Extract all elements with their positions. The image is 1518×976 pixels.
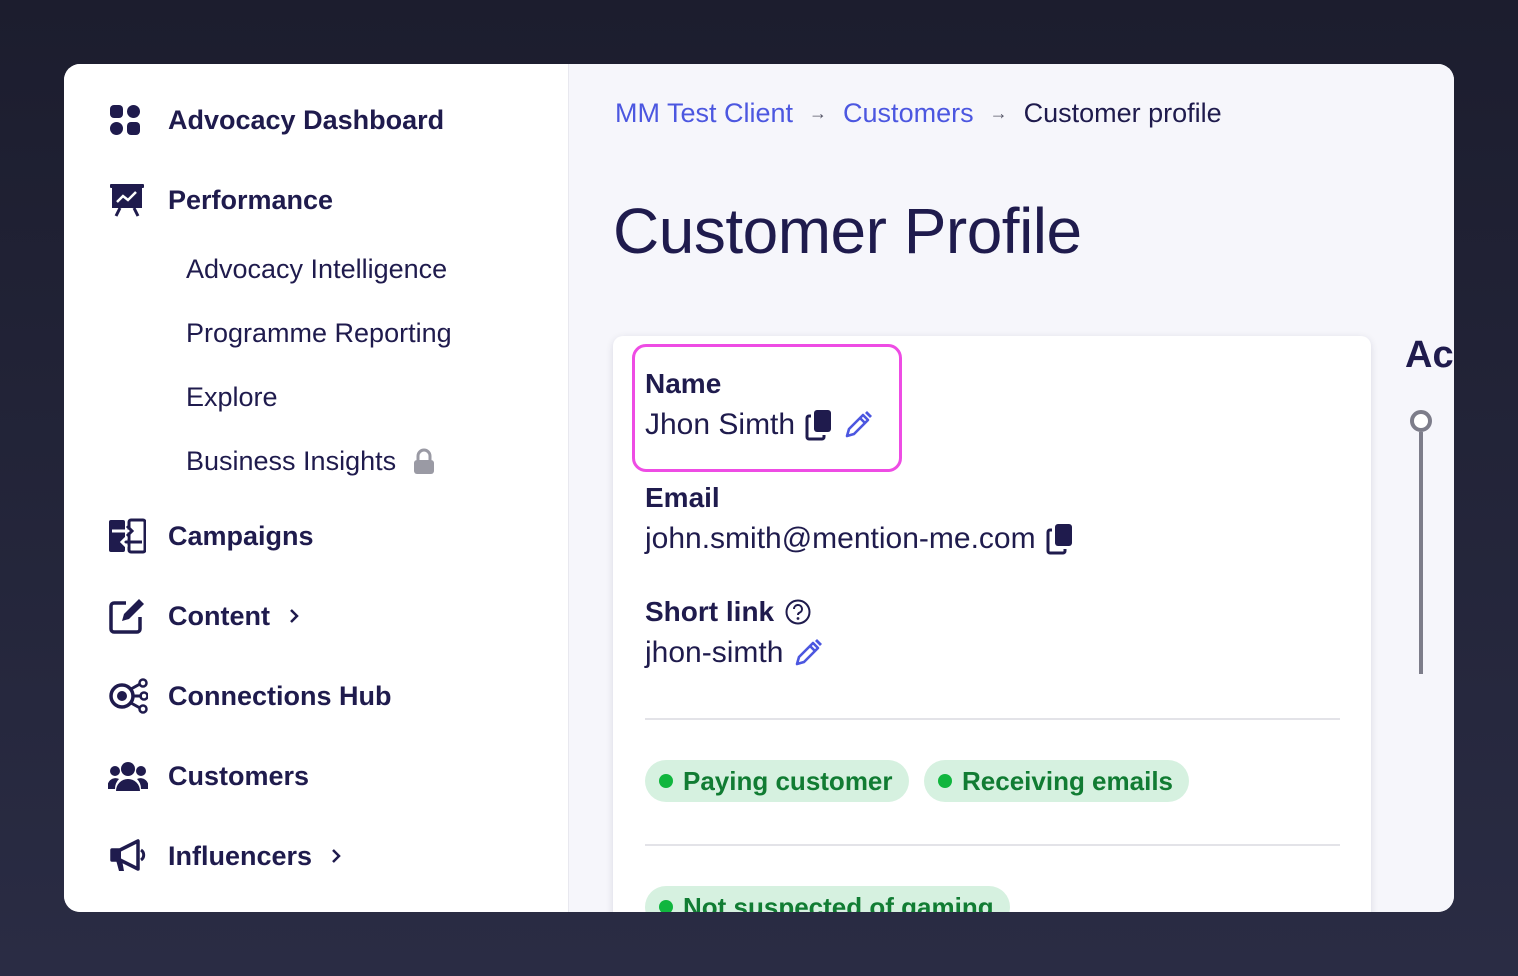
sidebar-item-label: Influencers (168, 840, 313, 871)
email-label: Email (645, 482, 720, 513)
timeline-dot (1410, 410, 1432, 432)
badge-label: Paying customer (683, 765, 893, 796)
shortlink-value: jhon-simth (645, 636, 784, 669)
status-badge-emails: Receiving emails (924, 760, 1189, 802)
name-field: Name Jhon Simth (645, 368, 873, 442)
divider (645, 718, 1340, 720)
breadcrumb-link-customers[interactable]: Customers (843, 98, 974, 129)
app-window: Advocacy Dashboard Performance Advocacy … (64, 64, 1454, 912)
pencil-edit-icon[interactable] (793, 638, 823, 668)
sidebar-subitem-business-insights[interactable]: Business Insights (186, 446, 436, 477)
page-title: Customer Profile (613, 195, 1082, 267)
badge-label: Receiving emails (962, 765, 1173, 796)
status-dot (938, 774, 952, 788)
megaphone-icon (108, 836, 148, 876)
breadcrumb-link-client[interactable]: MM Test Client (615, 98, 793, 129)
sidebar-item-label: Campaigns (168, 520, 314, 551)
dashboard-grid-icon (108, 100, 148, 140)
sidebar: Advocacy Dashboard Performance Advocacy … (64, 64, 569, 912)
sidebar-subitem-label: Explore (186, 382, 278, 412)
sidebar-item-influencers[interactable]: Influencers (108, 836, 342, 876)
status-badge-paying: Paying customer (645, 760, 909, 802)
timeline-line (1419, 432, 1423, 674)
arrow-right-icon: → (809, 103, 828, 123)
sidebar-subitem-label: Business Insights (186, 446, 397, 476)
sidebar-subitem-advocacy-intelligence[interactable]: Advocacy Intelligence (186, 254, 447, 285)
sidebar-subitem-label: Advocacy Intelligence (186, 254, 448, 284)
status-dot (659, 900, 673, 912)
sidebar-subitem-programme-reporting[interactable]: Programme Reporting (186, 318, 452, 349)
copy-icon[interactable] (1046, 523, 1074, 555)
sidebar-item-campaigns[interactable]: Campaigns (108, 516, 314, 556)
name-value: Jhon Simth (645, 408, 796, 441)
status-dot (659, 774, 673, 788)
copy-icon[interactable] (805, 409, 833, 441)
shortlink-label: Short link (645, 596, 775, 627)
sidebar-subitem-explore[interactable]: Explore (186, 382, 278, 413)
activity-heading: Ac (1405, 334, 1454, 376)
arrow-right-icon: → (989, 103, 1008, 123)
breadcrumb-current: Customer profile (1023, 98, 1222, 128)
presentation-chart-icon (108, 180, 148, 220)
sidebar-item-connections-hub[interactable]: Connections Hub (108, 676, 392, 716)
chevron-right-icon (288, 607, 300, 625)
lock-icon (412, 448, 436, 476)
sidebar-item-label: Performance (168, 184, 334, 215)
connections-hub-icon (108, 676, 148, 716)
status-badge-gaming: Not suspected of gaming (645, 886, 1010, 912)
sidebar-item-label: Advocacy Dashboard (168, 104, 445, 135)
sidebar-item-label: Customers (168, 760, 310, 791)
divider (645, 844, 1340, 846)
edit-square-icon (108, 596, 148, 636)
sidebar-item-performance[interactable]: Performance (108, 180, 333, 220)
badge-label: Not suspected of gaming (683, 891, 994, 913)
sidebar-subitem-label: Programme Reporting (186, 318, 452, 348)
email-value: john.smith@mention-me.com (645, 522, 1036, 555)
main-content: MM Test Client → Customers → Customer pr… (569, 64, 1454, 912)
email-field: Email john.smith@mention-me.com (645, 482, 1074, 556)
profile-card: Name Jhon Simth Email john.smith@mention… (613, 336, 1371, 912)
sidebar-item-content[interactable]: Content (108, 596, 300, 636)
name-label: Name (645, 368, 722, 399)
sidebar-item-label: Content (168, 600, 270, 631)
sidebar-item-customers[interactable]: Customers (108, 756, 309, 796)
help-question-icon[interactable] (784, 598, 812, 626)
sidebar-item-label: Connections Hub (168, 680, 392, 711)
arrows-exchange-icon (108, 516, 148, 556)
pencil-edit-icon[interactable] (843, 410, 873, 440)
shortlink-field: Short link jhon-simth (645, 596, 823, 670)
users-group-icon (108, 756, 148, 796)
breadcrumb: MM Test Client → Customers → Customer pr… (615, 98, 1222, 129)
chevron-right-icon (330, 847, 342, 865)
sidebar-item-advocacy-dashboard[interactable]: Advocacy Dashboard (108, 100, 444, 140)
